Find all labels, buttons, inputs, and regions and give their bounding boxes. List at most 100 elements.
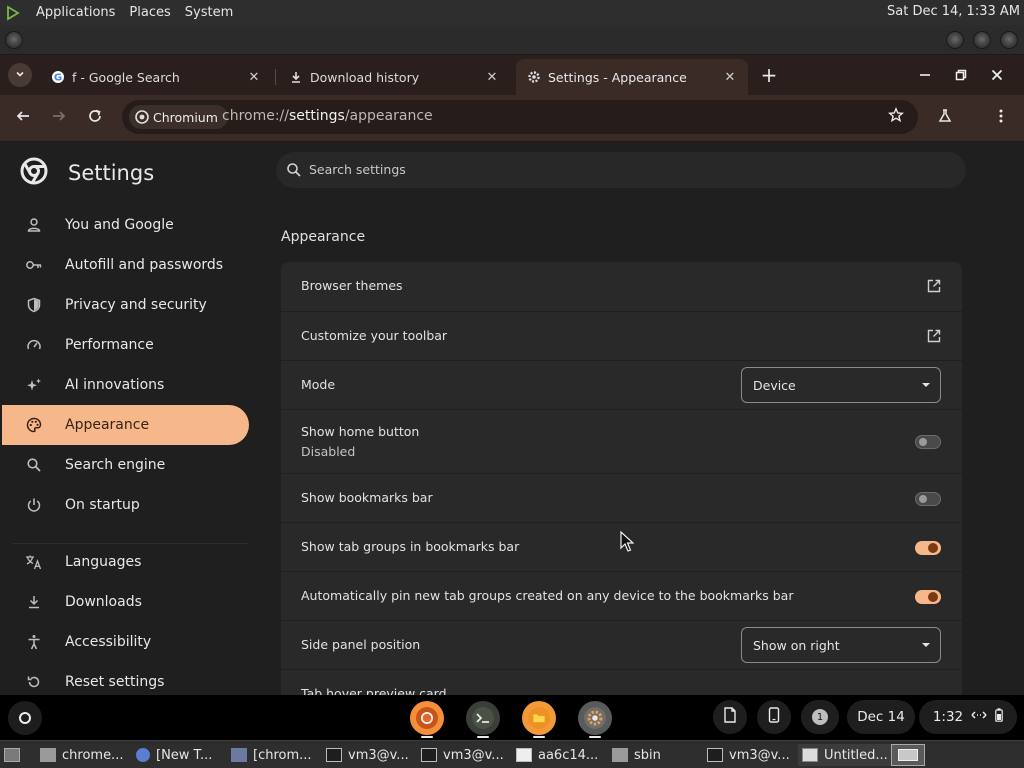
forward-button[interactable] [46, 105, 72, 131]
close-window-button[interactable] [985, 63, 1009, 87]
sidebar-item-you-and-google[interactable]: You and Google [2, 205, 249, 245]
show-desktop-button[interactable] [4, 744, 26, 766]
row-customize-toolbar[interactable]: Customize your toolbar [281, 311, 962, 360]
chromium-icon[interactable] [410, 701, 444, 735]
taskbar-item[interactable]: chrome... [40, 744, 123, 766]
status-tray[interactable]: 1:32 [919, 700, 1017, 734]
app-icon [231, 748, 247, 762]
sidebar-item-appearance[interactable]: Appearance [2, 405, 249, 445]
sidebar-item-reset-settings[interactable]: Reset settings [2, 662, 249, 695]
key-icon [25, 256, 43, 274]
restore-button[interactable] [949, 63, 973, 87]
reload-button[interactable] [82, 105, 108, 131]
wm-close-button[interactable] [1000, 31, 1018, 49]
bookmarks-bar-toggle[interactable] [915, 492, 941, 506]
taskbar-item-label: vm3@v... [443, 747, 504, 763]
terminal-icon[interactable] [466, 701, 500, 735]
address-bar[interactable]: Chromium chrome://settings/appearance [122, 100, 918, 134]
site-info-chip[interactable]: Chromium [129, 105, 228, 129]
wm-minimize-button[interactable] [946, 31, 964, 49]
wm-maximize-button[interactable] [973, 31, 991, 49]
tab-separator [275, 69, 276, 85]
running-indicator [533, 736, 545, 738]
taskbar-item[interactable]: sbin [612, 744, 661, 766]
taskbar-item[interactable]: aa6c14... [516, 744, 598, 766]
appearance-card: Browser themes Customize your toolbar Mo… [281, 262, 962, 695]
url-text[interactable]: chrome://settings/appearance [222, 108, 433, 124]
taskbar-item-label: vm3@v... [348, 747, 409, 763]
window-icon [802, 748, 818, 762]
tab-download-history[interactable]: Download history ✕ [278, 59, 510, 95]
browser-menu-button[interactable] [988, 105, 1014, 131]
auto-pin-toggle[interactable] [915, 590, 941, 604]
files-icon[interactable] [522, 701, 556, 735]
row-browser-themes[interactable]: Browser themes [281, 262, 962, 311]
shelf-file-button[interactable] [713, 700, 747, 734]
system-menu[interactable]: System [185, 5, 233, 20]
reset-icon [25, 673, 43, 691]
sidebar-item-autofill[interactable]: Autofill and passwords [2, 245, 249, 285]
taskbar-item[interactable]: [chrom... [231, 744, 312, 766]
back-button[interactable] [10, 105, 36, 131]
window-menu-button[interactable] [5, 31, 23, 49]
shelf-phone-button[interactable] [757, 700, 791, 734]
star-icon [887, 106, 905, 128]
places-menu[interactable]: Places [129, 5, 170, 20]
date-tray[interactable]: Dec 14 [847, 700, 915, 734]
minimize-button[interactable] [913, 63, 937, 87]
taskbar-item[interactable]: [New T... [136, 744, 212, 766]
sidebar-item-downloads[interactable]: Downloads [2, 582, 249, 622]
taskbar-item[interactable]: vm3@v... [326, 744, 409, 766]
tab-groups-toggle[interactable] [915, 541, 941, 555]
running-indicator [589, 736, 601, 738]
taskbar-item[interactable]: vm3@v... [707, 744, 790, 766]
gnome-foot-icon[interactable] [4, 4, 22, 22]
row-show-home-button[interactable]: Show home button Disabled [281, 409, 962, 473]
open-in-new-icon[interactable] [926, 328, 942, 344]
row-tab-hover-preview[interactable]: Tab hover preview card [281, 669, 962, 695]
chevron-down-icon [15, 68, 25, 82]
taskbar-item[interactable]: vm3@v... [421, 744, 504, 766]
settings-search-input[interactable]: Search settings [276, 152, 966, 188]
applications-menu[interactable]: Applications [36, 5, 115, 20]
notification-button[interactable]: 1 [801, 700, 839, 734]
bookmark-star-button[interactable] [886, 106, 906, 128]
row-label: Automatically pin new tab groups created… [301, 588, 794, 603]
settings-gear-icon[interactable] [578, 701, 612, 735]
side-panel-select[interactable]: Show on right [741, 627, 941, 663]
chromium-icon [136, 748, 150, 762]
sidebar-item-ai-innovations[interactable]: AI innovations [2, 365, 249, 405]
mode-select[interactable]: Device [741, 367, 941, 403]
close-icon[interactable]: ✕ [484, 69, 500, 85]
taskbar-item[interactable]: Untitled... [798, 744, 892, 766]
home-button-toggle[interactable] [915, 435, 941, 449]
new-tab-button[interactable]: + [758, 63, 780, 87]
tab-settings-appearance[interactable]: Settings - Appearance ✕ [516, 59, 748, 95]
window-list-taskbar: chrome... [New T... [chrom... vm3@v... v… [0, 740, 1024, 768]
sidebar-item-performance[interactable]: Performance [2, 325, 249, 365]
close-icon[interactable]: ✕ [246, 69, 262, 85]
sidebar-item-on-startup[interactable]: On startup [2, 485, 249, 525]
row-auto-pin-tab-groups[interactable]: Automatically pin new tab groups created… [281, 571, 962, 620]
close-icon[interactable]: ✕ [722, 69, 738, 85]
tab-google-search[interactable]: G f - Google Search ✕ [40, 59, 272, 95]
labs-button[interactable] [932, 105, 958, 131]
sidebar-item-accessibility[interactable]: Accessibility [2, 622, 249, 662]
sidebar-item-label: Autofill and passwords [65, 257, 224, 273]
terminal-icon [326, 748, 342, 762]
launcher-button[interactable] [8, 701, 42, 735]
terminal-icon [707, 748, 723, 762]
taskbar-item-label: [New T... [156, 747, 213, 763]
tray-date: Dec 14 [857, 709, 905, 725]
row-show-bookmarks-bar[interactable]: Show bookmarks bar [281, 473, 962, 522]
sidebar-item-languages[interactable]: Languages [2, 542, 249, 582]
system-clock[interactable]: Sat Dec 14, 1:33 AM [887, 4, 1020, 19]
open-in-new-icon[interactable] [926, 278, 942, 294]
workspace-switcher[interactable] [891, 744, 925, 766]
tab-search-button[interactable] [8, 63, 32, 87]
row-label: Browser themes [301, 278, 403, 293]
sidebar-item-search-engine[interactable]: Search engine [2, 445, 249, 485]
power-icon [25, 496, 43, 514]
sidebar-item-privacy[interactable]: Privacy and security [2, 285, 249, 325]
select-value: Device [753, 378, 796, 393]
